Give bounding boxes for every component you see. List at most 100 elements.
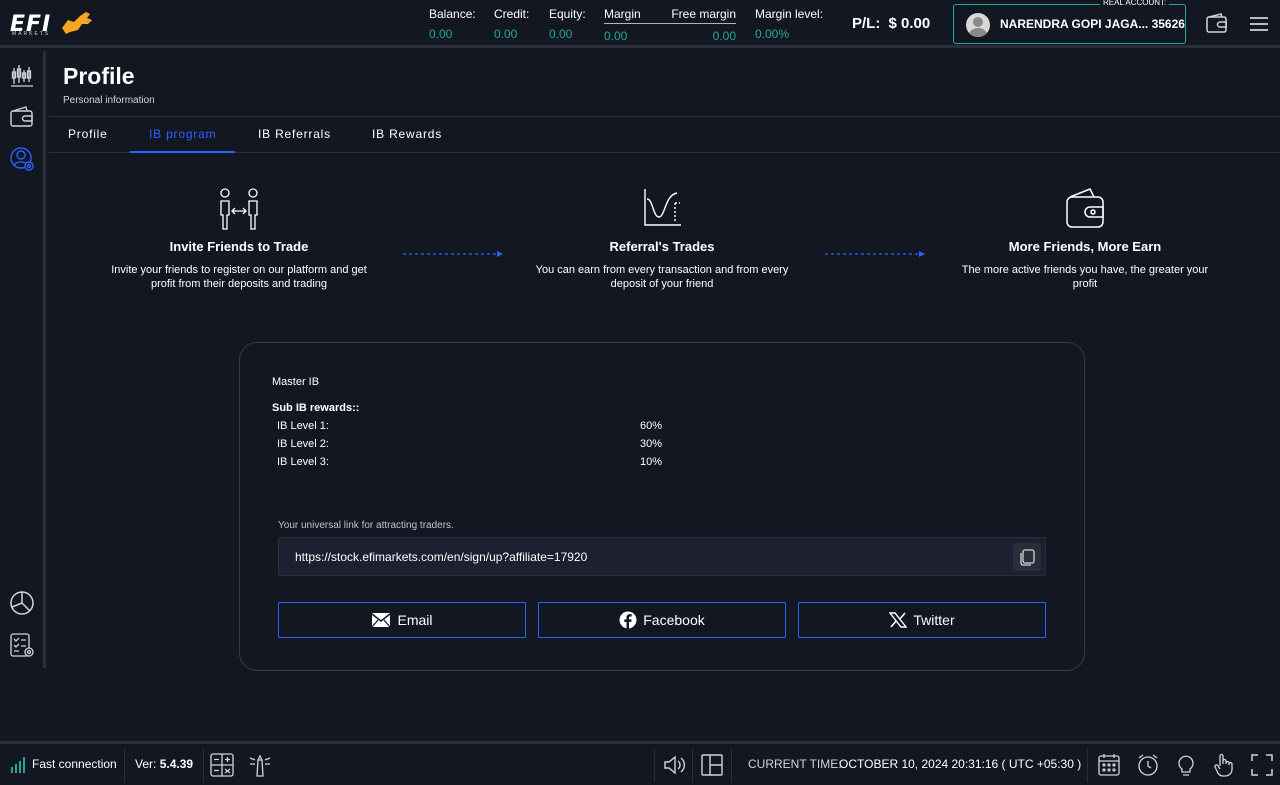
share-facebook-button[interactable]: Facebook <box>538 602 786 638</box>
hand-pointer-icon[interactable] <box>1211 752 1237 778</box>
credit-stat: Credit: 0.00 <box>494 7 529 41</box>
dotted-arrow-icon <box>825 251 925 257</box>
copy-icon <box>1020 549 1035 566</box>
ib-level-label: IB Level 2: <box>277 438 329 450</box>
feature-invite-friends: Invite Friends to Trade Invite your frie… <box>89 187 389 291</box>
margin-label: Margin <box>604 7 641 21</box>
free-margin-label: Free margin <box>671 7 736 21</box>
version-label: Ver: <box>135 757 157 771</box>
trend-chart-icon <box>644 189 681 226</box>
tab-bar: Profile IB program IB Referrals IB Rewar… <box>49 116 1280 153</box>
account-selector[interactable]: REAL ACCOUNT: NARENDRA GOPI JAGA... 3562… <box>953 0 1186 44</box>
affiliate-link-field[interactable]: https://stock.efimarkets.com/en/sign/up?… <box>278 537 1046 576</box>
affiliate-link-text[interactable]: https://stock.efimarkets.com/en/sign/up?… <box>295 550 587 564</box>
share-email-button[interactable]: Email <box>278 602 526 638</box>
divider <box>203 748 204 782</box>
profit-loss: P/L: $ 0.00 <box>852 15 930 32</box>
divider <box>654 748 655 782</box>
wallet-icon <box>1066 188 1104 228</box>
main-content: Profile Personal information Profile IB … <box>49 51 1280 671</box>
lightbulb-icon[interactable] <box>1173 752 1199 778</box>
version-value: 5.4.39 <box>159 757 194 771</box>
facebook-icon <box>619 611 637 629</box>
feature-desc-line: deposit of your friend <box>610 278 714 290</box>
margin-level-stat: Margin level: 0.00% <box>755 7 823 41</box>
layout-icon[interactable] <box>699 752 725 778</box>
feature-desc-line: profit from their deposits and trading <box>150 278 328 290</box>
pie-chart-icon[interactable] <box>9 590 35 616</box>
feature-description: Invite your friends to register on our p… <box>89 263 389 291</box>
fullscreen-icon[interactable] <box>1249 752 1275 778</box>
equity-label: Equity: <box>549 7 586 21</box>
profile-settings-icon[interactable] <box>9 146 35 172</box>
connection-status: Fast connection <box>32 757 117 771</box>
calendar-icon[interactable] <box>1096 752 1122 778</box>
margin-stat: Margin Free margin 0.00 0.00 <box>604 7 736 43</box>
tab-profile[interactable]: Profile <box>49 117 127 153</box>
ib-level-label: IB Level 3: <box>277 456 329 468</box>
equity-stat: Equity: 0.00 <box>549 7 586 41</box>
current-time-label: CURRENT TIME: <box>748 757 842 771</box>
sound-icon[interactable] <box>661 752 687 778</box>
page-subtitle: Personal information <box>63 95 155 106</box>
alarm-clock-icon[interactable] <box>1135 752 1161 778</box>
balance-stat: Balance: 0.00 <box>429 7 476 41</box>
ib-level-value: 30% <box>640 438 663 450</box>
lighthouse-icon[interactable] <box>247 752 273 778</box>
share-email-label: Email <box>397 612 433 628</box>
master-ib-label: Master IB <box>272 376 320 388</box>
margin-level-label: Margin level: <box>755 7 824 21</box>
divider <box>1087 748 1088 782</box>
share-twitter-label: Twitter <box>913 612 955 628</box>
tab-ib-rewards[interactable]: IB Rewards <box>353 117 461 153</box>
dotted-arrow-icon <box>403 251 503 257</box>
bull-icon <box>62 12 92 34</box>
current-time-value: OCTOBER 10, 2024 20:31:16 ( UTC +05:30 ) <box>839 757 1082 771</box>
sub-ib-rewards-label: Sub IB rewards:: <box>272 402 360 414</box>
checklist-settings-icon[interactable] <box>9 632 35 658</box>
page-title: Profile <box>63 63 135 89</box>
feature-description: The more active friends you have, the gr… <box>935 263 1235 291</box>
margin-level-value: 0.00% <box>755 27 790 41</box>
friends-exchange-icon <box>220 188 258 230</box>
ib-level-value: 10% <box>640 456 663 468</box>
calculator-icon[interactable] <box>209 752 235 778</box>
feature-referral-trades: Referral's Trades You can earn from ever… <box>512 187 812 291</box>
status-bar: Fast connection Ver: 5.4.39 CURRENT TIME… <box>0 741 1280 785</box>
pl-value: $ 0.00 <box>888 15 931 32</box>
feature-desc-line: The more active friends you have, the gr… <box>961 264 1209 276</box>
balance-label: Balance: <box>429 7 476 21</box>
share-twitter-button[interactable]: Twitter <box>798 602 1046 638</box>
tab-ib-program[interactable]: IB program <box>130 117 236 153</box>
avatar <box>966 13 990 37</box>
email-icon <box>372 613 391 628</box>
tab-ib-referrals[interactable]: IB Referrals <box>239 117 350 153</box>
feature-desc-line: Invite your friends to register on our p… <box>111 264 367 276</box>
equity-value: 0.00 <box>549 27 573 41</box>
feature-more-friends: More Friends, More Earn The more active … <box>935 187 1235 291</box>
sidebar <box>0 51 46 668</box>
wallet-icon[interactable] <box>9 104 35 130</box>
feature-title: More Friends, More Earn <box>1008 239 1162 254</box>
menu-icon[interactable] <box>1247 12 1271 36</box>
divider <box>124 748 125 782</box>
credit-label: Credit: <box>494 7 530 21</box>
account-type-label: REAL ACCOUNT: <box>1100 0 1170 7</box>
top-bar: EFI MARKETS Balance: 0.00 Credit: 0.00 E… <box>0 0 1280 48</box>
account-name: NARENDRA GOPI JAGA... 35626 <box>1000 17 1185 31</box>
copy-link-button[interactable] <box>1013 543 1041 571</box>
chart-candles-icon[interactable] <box>9 62 35 88</box>
share-facebook-label: Facebook <box>643 612 705 628</box>
feature-description: You can earn from every transaction and … <box>512 263 812 291</box>
x-twitter-icon <box>889 612 908 628</box>
ib-level-value: 60% <box>640 420 663 432</box>
affiliate-link-label: Your universal link for attracting trade… <box>278 520 454 531</box>
free-margin-value: 0.00 <box>712 29 736 43</box>
pl-label: P/L: <box>852 15 881 32</box>
logo-subtext: MARKETS <box>12 31 51 37</box>
feature-title: Invite Friends to Trade <box>169 239 309 254</box>
version-info: Ver: 5.4.39 <box>135 757 193 771</box>
wallet-icon[interactable] <box>1205 12 1229 36</box>
logo[interactable]: EFI MARKETS <box>10 10 94 38</box>
feature-desc-line: profit <box>1072 278 1098 290</box>
